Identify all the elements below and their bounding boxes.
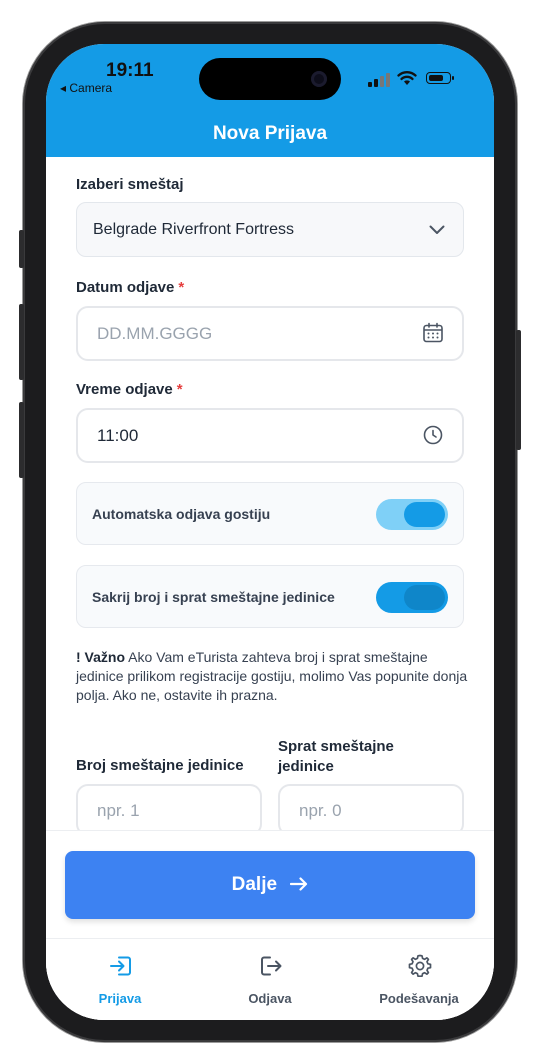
- next-button-label: Dalje: [231, 874, 278, 895]
- unit-number-placeholder: npr. 1: [97, 801, 140, 820]
- login-icon: [110, 956, 131, 976]
- tab-bar: Prijava Odjava Podešavanja: [46, 938, 494, 1020]
- battery-icon: [426, 72, 454, 84]
- checkout-time-value: 11:00: [97, 426, 139, 445]
- unit-number-field[interactable]: npr. 1: [76, 784, 262, 836]
- toggle-knob: [404, 502, 445, 527]
- tab-prijava-label: Prijava: [98, 991, 142, 1006]
- tab-podesavanja[interactable]: Podešavanja: [359, 953, 479, 1013]
- volume-down-button: [19, 402, 24, 478]
- unit-floor-label: Sprat smeštajne jedinice: [278, 738, 394, 775]
- checkout-time-field[interactable]: 11:00: [76, 408, 464, 463]
- unit-floor-placeholder: npr. 0: [299, 801, 342, 820]
- accommodation-select[interactable]: Belgrade Riverfront Fortress: [76, 202, 464, 257]
- auto-checkout-label: Automatska odjava gostiju: [92, 506, 271, 522]
- status-time: 19:11: [106, 60, 154, 81]
- tab-odjava-label: Odjava: [248, 991, 292, 1006]
- hide-unit-toggle[interactable]: [376, 582, 448, 613]
- chevron-down-icon: [429, 225, 445, 234]
- important-text: Ako Vam eTurista zahteva broj i sprat sm…: [76, 649, 468, 703]
- next-button[interactable]: Dalje: [65, 851, 475, 919]
- toggle-knob: [404, 585, 445, 610]
- tab-podesavanja-label: Podešavanja: [379, 991, 459, 1006]
- gear-icon: [408, 954, 432, 978]
- auto-checkout-toggle[interactable]: [376, 499, 448, 530]
- tab-odjava[interactable]: Odjava: [210, 953, 330, 1013]
- checkout-date-placeholder: DD.MM.GGGG: [97, 324, 213, 343]
- important-prefix: ! Važno: [76, 649, 126, 665]
- checkout-date-field[interactable]: DD.MM.GGGG: [76, 306, 464, 361]
- required-mark: *: [176, 381, 183, 398]
- hide-unit-label: Sakrij broj i sprat smeštajne jedinice: [92, 589, 335, 605]
- checkout-date-label: Datum odjave *: [76, 279, 185, 296]
- accommodation-selected-value: Belgrade Riverfront Fortress: [93, 221, 294, 238]
- accommodation-label: Izaberi smeštaj: [76, 176, 184, 193]
- next-button-content: Dalje: [65, 874, 475, 896]
- wifi-icon: [397, 71, 417, 85]
- important-note: ! Važno Ako Vam eTurista zahteva broj i …: [76, 648, 476, 705]
- unit-number-label: Broj smeštajne jedinice: [76, 757, 244, 774]
- checkout-time-label: Vreme odjave *: [76, 381, 183, 398]
- back-to-camera-link[interactable]: ◂ Camera: [60, 81, 112, 95]
- logout-icon: [261, 956, 282, 976]
- unit-floor-field[interactable]: npr. 0: [278, 784, 464, 836]
- cellular-signal-icon: [368, 73, 390, 87]
- clock-icon[interactable]: [422, 424, 444, 446]
- page-title: Nova Prijava: [212, 123, 328, 144]
- power-button: [516, 330, 521, 450]
- calendar-icon[interactable]: [422, 322, 444, 344]
- app-screen: 19:11 ◂ Camera Nova Prijava Izaberi smeš…: [46, 44, 494, 1020]
- volume-up-button: [19, 304, 24, 380]
- action-button: [19, 230, 24, 268]
- hide-unit-row: Sakrij broj i sprat smeštajne jedinice: [76, 565, 464, 628]
- required-mark: *: [178, 279, 185, 296]
- front-camera-icon: [311, 71, 327, 87]
- tab-prijava[interactable]: Prijava: [60, 953, 180, 1013]
- app-header: 19:11 ◂ Camera Nova Prijava: [46, 44, 494, 157]
- arrow-right-icon: [290, 877, 308, 891]
- auto-checkout-row: Automatska odjava gostiju: [76, 482, 464, 545]
- dynamic-island: [199, 58, 341, 100]
